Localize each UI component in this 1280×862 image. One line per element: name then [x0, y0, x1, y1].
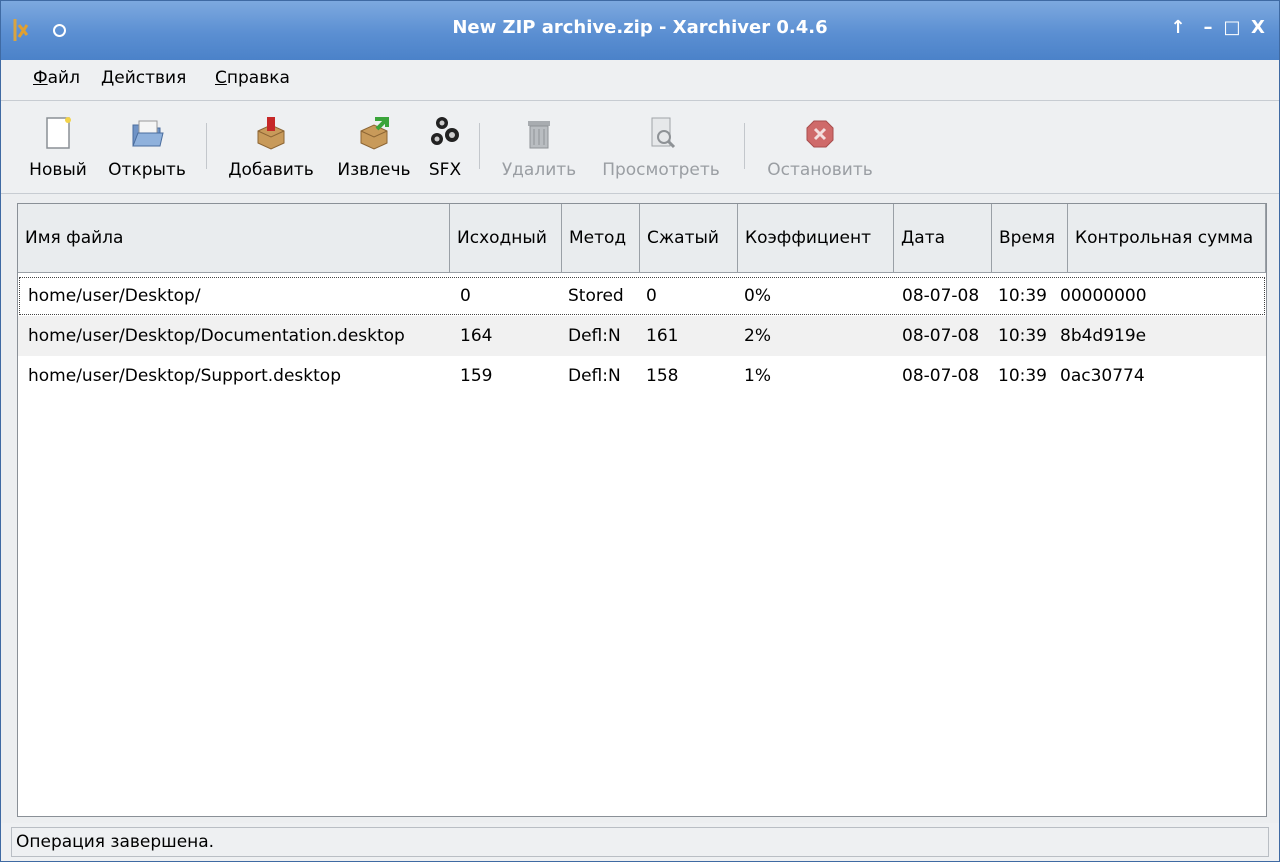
cell-original-size: 0	[460, 286, 471, 306]
table-row[interactable]: home/user/Desktop/Support.desktop 159 De…	[18, 356, 1266, 396]
toolbar-separator	[479, 123, 480, 169]
window-title: New ZIP archive.zip - Xarchiver 0.4.6	[452, 17, 828, 38]
cell-checksum: 8b4d919e	[1060, 326, 1147, 346]
view-document-icon	[651, 117, 676, 149]
extract-package-icon	[360, 117, 389, 150]
cell-filename: home/user/Desktop/Documentation.desktop	[28, 326, 405, 346]
open-folder-icon	[132, 120, 164, 147]
maximize-button[interactable]: □	[1221, 16, 1243, 40]
column-method[interactable]: Метод	[562, 204, 640, 272]
stop-button[interactable]: Остановить	[757, 101, 883, 193]
column-compressed-size[interactable]: Сжатый	[640, 204, 738, 272]
column-header: Имя файла Исходный Метод Сжатый Коэффици…	[18, 204, 1266, 273]
table-row[interactable]: home/user/Desktop/Documentation.desktop …	[18, 316, 1266, 356]
toolbar: Новый Открыть Добавить Извлечь SFX Удали…	[1, 101, 1279, 194]
cell-compressed-size: 0	[646, 286, 657, 306]
menu-help[interactable]: Справка	[215, 68, 290, 88]
menu-help-accel: С	[215, 68, 227, 88]
extract-button[interactable]: Извлечь	[329, 101, 419, 193]
delete-label: Удалить	[501, 160, 577, 180]
cell-method: Defl:N	[568, 366, 621, 386]
stop-label: Остановить	[767, 160, 873, 180]
cell-compressed-size: 158	[646, 366, 679, 386]
trash-icon	[528, 121, 550, 149]
cell-checksum: 0ac30774	[1060, 366, 1145, 386]
toolbar-separator	[744, 123, 745, 169]
cell-filename: home/user/Desktop/Support.desktop	[28, 366, 341, 386]
cell-ratio: 1%	[744, 366, 771, 386]
open-button[interactable]: Открыть	[99, 101, 195, 193]
menu-file-label: айл	[47, 68, 80, 88]
cell-ratio: 0%	[744, 286, 771, 306]
column-time[interactable]: Время	[992, 204, 1068, 272]
column-original-size[interactable]: Исходный	[450, 204, 562, 272]
stick-button[interactable]: ↑	[1167, 16, 1189, 40]
cell-original-size: 164	[460, 326, 493, 346]
cell-date: 08-07-08	[902, 366, 980, 386]
cell-time: 10:39	[998, 326, 1047, 346]
menu-actions-label: ействия	[114, 68, 187, 88]
cell-date: 08-07-08	[902, 326, 980, 346]
cell-ratio: 2%	[744, 326, 771, 346]
menu-actions-accel: Д	[101, 68, 115, 88]
app-window: New ZIP archive.zip - Xarchiver 0.4.6 ↑ …	[0, 0, 1280, 862]
add-label: Добавить	[228, 160, 314, 180]
status-text: Операция завершена.	[11, 827, 1269, 857]
gears-icon	[431, 117, 459, 145]
column-filename[interactable]: Имя файла	[18, 204, 450, 272]
cell-original-size: 159	[460, 366, 493, 386]
file-list[interactable]: Имя файла Исходный Метод Сжатый Коэффици…	[17, 203, 1267, 817]
title-bar[interactable]: New ZIP archive.zip - Xarchiver 0.4.6 ↑ …	[1, 1, 1279, 60]
new-label: Новый	[29, 160, 87, 180]
table-row[interactable]: home/user/Desktop/ 0 Stored 0 0% 08-07-0…	[18, 276, 1266, 316]
menu-bar: Файл Действия Справка	[1, 60, 1279, 101]
menu-file-accel: Ф	[33, 68, 48, 88]
add-button[interactable]: Добавить	[219, 101, 323, 193]
stop-icon	[806, 120, 834, 148]
delete-button[interactable]: Удалить	[491, 101, 587, 193]
cell-time: 10:39	[998, 286, 1047, 306]
extract-label: Извлечь	[337, 160, 411, 180]
add-package-icon	[257, 117, 285, 150]
minimize-button[interactable]: –	[1197, 16, 1219, 40]
cell-filename: home/user/Desktop/	[28, 286, 201, 306]
sfx-label: SFX	[428, 160, 462, 180]
open-label: Открыть	[108, 160, 186, 180]
menu-actions[interactable]: Действия	[101, 68, 186, 88]
status-bar: Операция завершена.	[1, 823, 1279, 861]
cell-compressed-size: 161	[646, 326, 679, 346]
cell-method: Stored	[568, 286, 624, 306]
cell-time: 10:39	[998, 366, 1047, 386]
column-date[interactable]: Дата	[894, 204, 992, 272]
view-button[interactable]: Просмотреть	[591, 101, 731, 193]
cell-date: 08-07-08	[902, 286, 980, 306]
new-button[interactable]: Новый	[23, 101, 93, 193]
new-document-icon	[46, 117, 71, 149]
close-button[interactable]: X	[1247, 16, 1269, 40]
menu-file[interactable]: Файл	[33, 68, 80, 88]
cell-method: Defl:N	[568, 326, 621, 346]
sfx-button[interactable]: SFX	[425, 101, 465, 193]
cell-checksum: 00000000	[1060, 286, 1147, 306]
toolbar-separator	[206, 123, 207, 169]
menu-help-label: правка	[226, 68, 290, 88]
view-label: Просмотреть	[602, 160, 720, 180]
column-ratio[interactable]: Коэффициент	[738, 204, 894, 272]
column-checksum[interactable]: Контрольная сумма	[1068, 204, 1266, 272]
